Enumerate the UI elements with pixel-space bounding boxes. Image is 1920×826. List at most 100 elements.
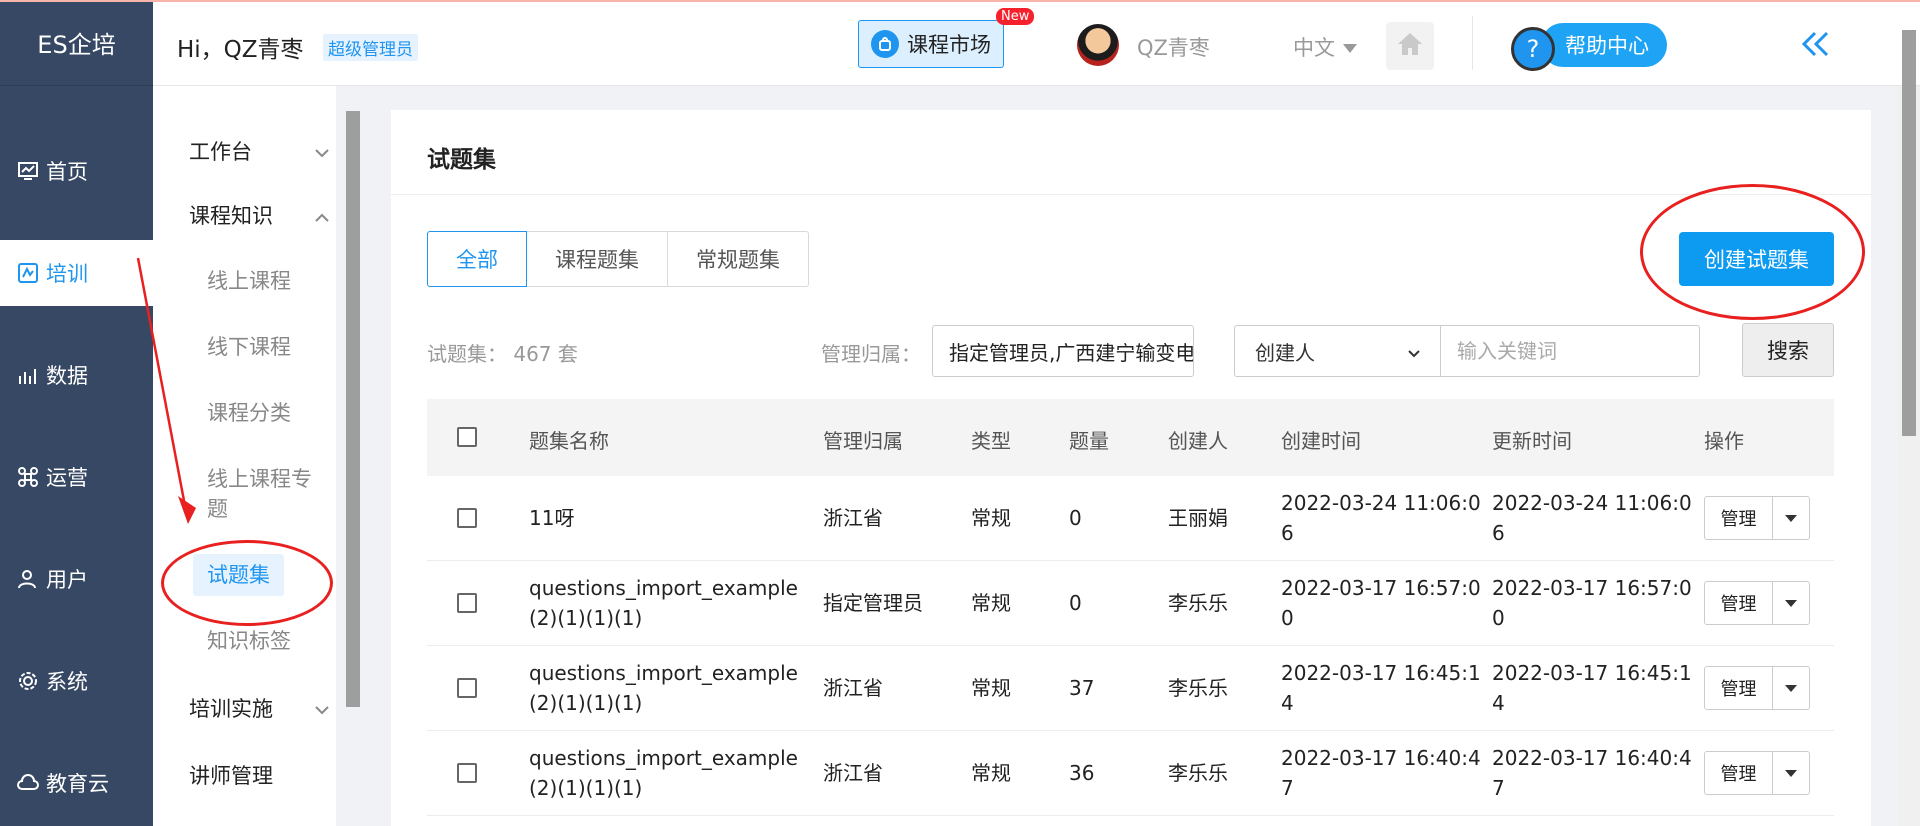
manager-filter-input[interactable]: 指定管理员,广西建宁输变电 <box>932 325 1194 377</box>
updated-time-line: 7 <box>1492 776 1505 800</box>
nav-item-label: 首页 <box>46 160 88 184</box>
help-center-button[interactable]: 帮助中心 <box>1541 23 1667 67</box>
keyword-input[interactable] <box>1440 325 1700 377</box>
updated-time-line: 2022-03-17 16:45:1 <box>1492 661 1692 685</box>
tab-regular-sets[interactable]: 常规题集 <box>667 231 809 287</box>
created-time-cell: 2022-03-17 16:57:0 0 <box>1281 573 1481 633</box>
search-button[interactable]: 搜索 <box>1742 323 1834 377</box>
set-name[interactable]: questions_import_example (2)(1)(1)(1) <box>529 573 798 633</box>
column-header-updated[interactable]: 更新时间 <box>1492 425 1572 454</box>
caret-down-icon[interactable] <box>1773 582 1809 624</box>
row-checkbox[interactable] <box>457 593 477 613</box>
submenu-group-training-implementation[interactable]: 培训实施 <box>189 693 329 723</box>
submenu-scrollbar[interactable] <box>346 111 360 707</box>
row-checkbox[interactable] <box>457 678 477 698</box>
row-checkbox[interactable] <box>457 763 477 783</box>
table-row: questions_import_example (2)(1)(1)(1) 浙江省… <box>427 646 1834 731</box>
column-header-quantity[interactable]: 题量 <box>1069 425 1109 454</box>
top-header: Hi，QZ青枣 超级管理员 课程市场 New QZ青枣 中文 帮助中心 ? <box>153 2 1920 86</box>
submenu-group-course-knowledge[interactable]: 课程知识 <box>189 200 329 230</box>
nav-item-edu-cloud[interactable]: 教育云 <box>0 750 153 816</box>
manager-filter-label: 管理归属： <box>821 342 921 366</box>
submenu-item-online-topic[interactable]: 线上课程专题 <box>207 464 322 524</box>
caret-down-icon[interactable] <box>1773 497 1809 539</box>
creator-cell: 李乐乐 <box>1168 761 1228 785</box>
training-icon <box>16 261 40 285</box>
title-divider <box>391 194 1871 195</box>
course-market-button[interactable]: 课程市场 <box>858 20 1004 68</box>
chevron-down-icon <box>1408 339 1420 363</box>
language-label: 中文 <box>1293 36 1335 60</box>
nav-item-system[interactable]: 系统 <box>0 648 153 714</box>
nav-item-users[interactable]: 用户 <box>0 546 153 612</box>
new-badge: New <box>996 8 1035 25</box>
column-header-created[interactable]: 创建时间 <box>1281 425 1361 454</box>
username[interactable]: QZ青枣 <box>1137 32 1210 62</box>
created-time-line: 2022-03-17 16:45:1 <box>1281 661 1481 685</box>
home-button[interactable] <box>1386 22 1434 70</box>
quantity-cell: 37 <box>1069 676 1095 700</box>
tab-course-sets[interactable]: 课程题集 <box>526 231 668 287</box>
chevron-up-icon <box>315 203 329 227</box>
dashboard-icon <box>16 159 40 183</box>
avatar[interactable] <box>1077 24 1119 66</box>
submenu-item-offline-course[interactable]: 线下课程 <box>207 332 322 362</box>
top-accent-line <box>0 0 1920 2</box>
updated-time-cell: 2022-03-17 16:57:0 0 <box>1492 573 1692 633</box>
creator-cell: 王丽娟 <box>1168 506 1228 530</box>
nav-item-label: 培训 <box>46 262 88 286</box>
owner-cell: 指定管理员 <box>823 591 923 615</box>
submenu-item-knowledge-tags[interactable]: 知识标签 <box>207 626 322 656</box>
caret-down-icon[interactable] <box>1773 667 1809 709</box>
manage-button[interactable]: 管理 <box>1705 752 1773 794</box>
updated-time-line: 2022-03-17 16:57:0 <box>1492 576 1692 600</box>
row-checkbox[interactable] <box>457 508 477 528</box>
select-all-checkbox[interactable] <box>457 427 477 447</box>
manage-button[interactable]: 管理 <box>1705 497 1773 539</box>
set-name[interactable]: questions_import_example (2)(1)(1)(1) <box>529 658 798 718</box>
manage-button[interactable]: 管理 <box>1705 667 1773 709</box>
updated-time-cell: 2022-03-17 16:45:1 4 <box>1492 658 1692 718</box>
table-row: questions_import_example (2)(1)(1)(1) 指定管… <box>427 561 1834 646</box>
column-header-owner[interactable]: 管理归属 <box>823 425 903 454</box>
set-name-line: questions_import_example <box>529 661 798 685</box>
created-time-cell: 2022-03-24 11:06:0 6 <box>1281 488 1481 548</box>
creator-cell: 李乐乐 <box>1168 676 1228 700</box>
annotation-circle-create <box>1640 184 1865 320</box>
submenu-group-workbench[interactable]: 工作台 <box>189 136 329 166</box>
set-name[interactable]: questions_import_example (2)(1)(1)(1) <box>529 743 798 803</box>
language-select[interactable]: 中文 <box>1293 32 1357 62</box>
home-icon <box>1396 31 1424 61</box>
creator-select[interactable]: 创建人 <box>1234 325 1441 377</box>
created-time-cell: 2022-03-17 16:45:1 4 <box>1281 658 1481 718</box>
app-logo[interactable]: ES企培 <box>0 0 153 86</box>
column-header-name[interactable]: 题集名称 <box>529 425 609 454</box>
caret-down-icon[interactable] <box>1773 752 1809 794</box>
manage-button[interactable]: 管理 <box>1705 582 1773 624</box>
gear-icon <box>16 669 40 693</box>
cloud-icon <box>16 771 40 795</box>
submenu-group-label: 课程知识 <box>189 204 273 228</box>
nav-item-label: 运营 <box>46 466 88 490</box>
page-title: 试题集 <box>427 147 496 173</box>
created-time-line: 2022-03-24 11:06:0 <box>1281 491 1481 515</box>
tab-all[interactable]: 全部 <box>427 231 527 287</box>
help-icon[interactable]: ? <box>1511 27 1555 71</box>
chevron-down-icon <box>315 139 329 163</box>
updated-time-line: 2022-03-24 11:06:0 <box>1492 491 1692 515</box>
created-time-line: 0 <box>1281 606 1294 630</box>
column-header-type[interactable]: 类型 <box>971 425 1011 454</box>
page-scrollbar[interactable] <box>1902 30 1916 436</box>
submenu-item-online-course[interactable]: 线上课程 <box>207 266 322 296</box>
submenu-group-lecturer[interactable]: 讲师管理 <box>189 760 329 790</box>
updated-time-line: 4 <box>1492 691 1505 715</box>
column-header-creator[interactable]: 创建人 <box>1168 425 1228 454</box>
count-label: 试题集： <box>427 342 507 366</box>
owner-cell: 浙江省 <box>823 506 883 530</box>
nav-item-home[interactable]: 首页 <box>0 138 153 204</box>
quantity-cell: 36 <box>1069 761 1095 785</box>
set-count: 试题集： 467 套 <box>427 338 578 367</box>
submenu-item-course-category[interactable]: 课程分类 <box>207 398 322 428</box>
collapse-sidebar-icon[interactable] <box>1801 26 1831 66</box>
set-name[interactable]: 11呀 <box>529 503 574 533</box>
